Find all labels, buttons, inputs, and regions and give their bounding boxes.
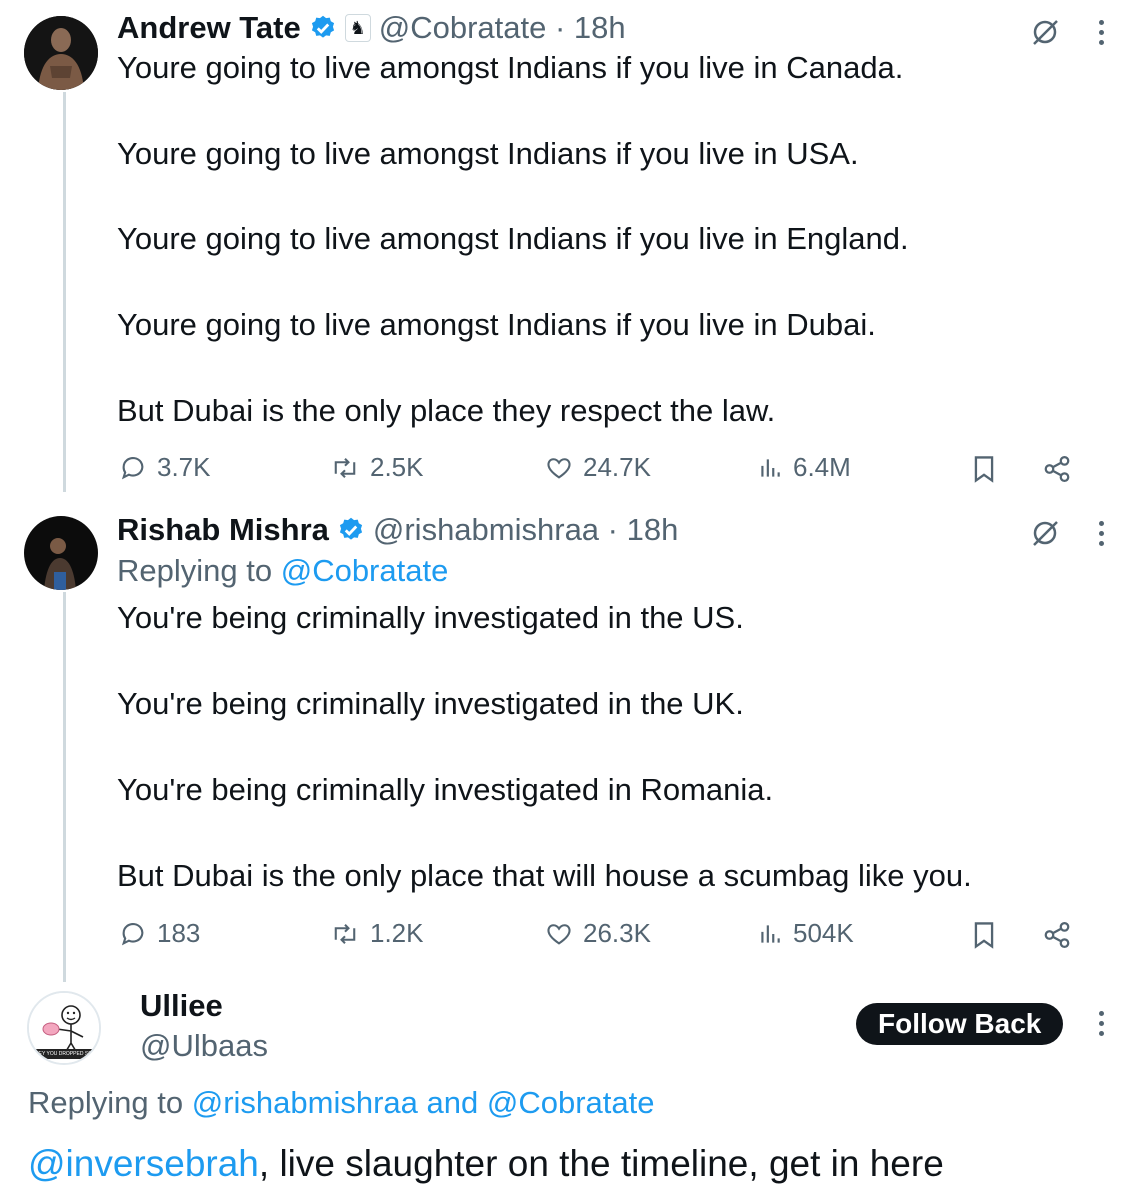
view-count: 504K xyxy=(793,918,854,948)
mention-link[interactable]: @Cobratate xyxy=(281,553,449,588)
author-handle[interactable]: @Ulbaas xyxy=(140,1028,268,1064)
verified-badge-icon xyxy=(311,15,334,38)
replying-to: Replying to @Cobratate xyxy=(117,553,449,588)
author-name[interactable]: Rishab Mishra xyxy=(117,512,329,548)
repost-icon xyxy=(334,457,356,478)
affiliate-badge-icon: ♞ xyxy=(344,14,371,42)
mention-link[interactable]: @inversebrah xyxy=(28,1143,259,1184)
views-icon xyxy=(761,924,780,943)
share-icon[interactable] xyxy=(1042,920,1072,950)
tweet-text-line: Youre going to live amongst Indians if y… xyxy=(117,221,909,256)
tweet-text: @inversebrah, live slaughter on the time… xyxy=(28,1143,944,1185)
like-count: 24.7K xyxy=(583,452,651,482)
heart-icon xyxy=(547,457,571,479)
reply-button[interactable]: 183 xyxy=(119,918,200,949)
mention-link[interactable]: @Cobratate xyxy=(487,1085,655,1120)
tweet-text-rest: , live slaughter on the timeline, get in… xyxy=(258,1143,944,1184)
verified-badge-icon xyxy=(339,517,362,540)
replying-and: and xyxy=(426,1085,479,1120)
views-icon xyxy=(761,458,780,477)
repost-count: 1.2K xyxy=(370,918,424,948)
tweet-text-line: But Dubai is the only place that will ho… xyxy=(117,858,972,893)
tweet-text-line: Youre going to live amongst Indians if y… xyxy=(117,307,876,342)
avatar[interactable] xyxy=(24,16,98,90)
tweet-text-line: You're being criminally investigated in … xyxy=(117,686,744,721)
author-name[interactable]: Ulliee xyxy=(140,988,223,1024)
avatar[interactable] xyxy=(24,516,98,590)
more-options-icon[interactable] xyxy=(1098,20,1104,50)
like-button[interactable]: 24.7K xyxy=(545,452,651,483)
bookmark-icon[interactable] xyxy=(970,920,998,950)
tweet-text-line: You're being criminally investigated in … xyxy=(117,600,744,635)
views-button[interactable]: 6.4M xyxy=(757,452,851,483)
bookmark-icon[interactable] xyxy=(970,454,998,484)
author-name[interactable]: Andrew Tate xyxy=(117,10,301,46)
heart-icon xyxy=(547,923,571,945)
avatar-caption: HEY YOU DROPPED SOMETHING xyxy=(35,1051,93,1057)
repost-button[interactable]: 1.2K xyxy=(330,918,424,949)
tweet-text-line: You're being criminally investigated in … xyxy=(117,772,774,807)
author-handle-time[interactable]: @Cobratate · 18h xyxy=(379,10,626,46)
grok-icon[interactable] xyxy=(1030,518,1060,548)
author-handle-time[interactable]: @rishabmishraa · 18h xyxy=(373,512,678,548)
reply-count: 183 xyxy=(157,918,201,948)
repost-icon xyxy=(334,923,356,944)
replying-to: Replying to @rishabmishraa and @Cobratat… xyxy=(28,1085,655,1120)
views-button[interactable]: 504K xyxy=(757,918,854,949)
like-button[interactable]: 26.3K xyxy=(545,918,651,949)
tweet-text-line: But Dubai is the only place they respect… xyxy=(117,393,776,428)
more-options-icon[interactable] xyxy=(1098,521,1104,551)
follow-back-button[interactable]: Follow Back xyxy=(856,1003,1064,1045)
repost-button[interactable]: 2.5K xyxy=(330,452,424,483)
view-count: 6.4M xyxy=(793,452,851,482)
grok-icon[interactable] xyxy=(1030,17,1060,47)
reply-icon xyxy=(121,922,144,945)
repost-count: 2.5K xyxy=(370,452,424,482)
reply-icon xyxy=(121,456,144,479)
tweet-text-line: Youre going to live amongst Indians if y… xyxy=(117,50,904,85)
thread-line xyxy=(63,592,66,982)
reply-count: 3.7K xyxy=(157,452,211,482)
share-icon[interactable] xyxy=(1042,454,1072,484)
avatar[interactable]: HEY YOU DROPPED SOMETHING xyxy=(27,991,101,1065)
mention-link[interactable]: @rishabmishraa xyxy=(192,1085,418,1120)
like-count: 26.3K xyxy=(583,918,651,948)
reply-button[interactable]: 3.7K xyxy=(119,452,211,483)
thread-line xyxy=(63,92,66,492)
tweet-text-line: Youre going to live amongst Indians if y… xyxy=(117,136,859,171)
more-options-icon[interactable] xyxy=(1098,1011,1104,1041)
